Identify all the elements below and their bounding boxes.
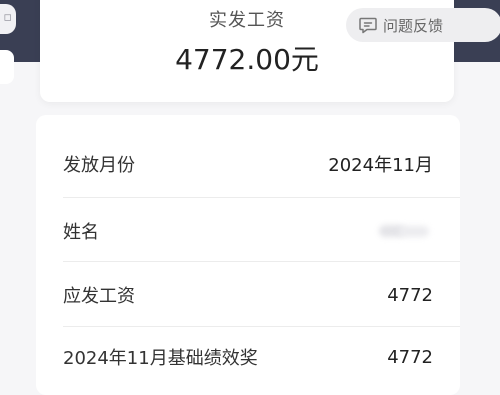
truncated-icon: ▫ <box>3 10 12 25</box>
previous-card-edge-lower <box>0 50 14 84</box>
detail-row-gross-salary: 应发工资 4772 <box>36 262 460 328</box>
chat-bubble-icon <box>359 17 377 34</box>
detail-row-performance-bonus: 2024年11月基础绩效奖 4772 <box>36 324 460 390</box>
performance-bonus-value: 4772 <box>387 346 433 368</box>
detail-row-pay-month: 发放月份 2024年11月 <box>36 131 460 197</box>
pay-month-label: 发放月份 <box>63 155 135 176</box>
salary-details-card: 发放月份 2024年11月 姓名 应发工资 4772 2024年11月基础绩效奖… <box>36 115 460 395</box>
detail-row-name: 姓名 <box>36 198 460 264</box>
net-salary-amount: 4772.00元 <box>175 43 319 76</box>
name-label: 姓名 <box>63 222 99 243</box>
redacted-name-value <box>373 221 433 241</box>
gross-salary-label: 应发工资 <box>63 286 135 307</box>
pay-month-value: 2024年11月 <box>328 155 433 176</box>
feedback-label: 问题反馈 <box>383 16 444 35</box>
performance-bonus-label: 2024年11月基础绩效奖 <box>63 348 258 369</box>
feedback-button[interactable]: 问题反馈 <box>346 8 500 42</box>
gross-salary-value: 4772 <box>387 284 433 306</box>
previous-card-edge: ▫ <box>0 4 16 34</box>
